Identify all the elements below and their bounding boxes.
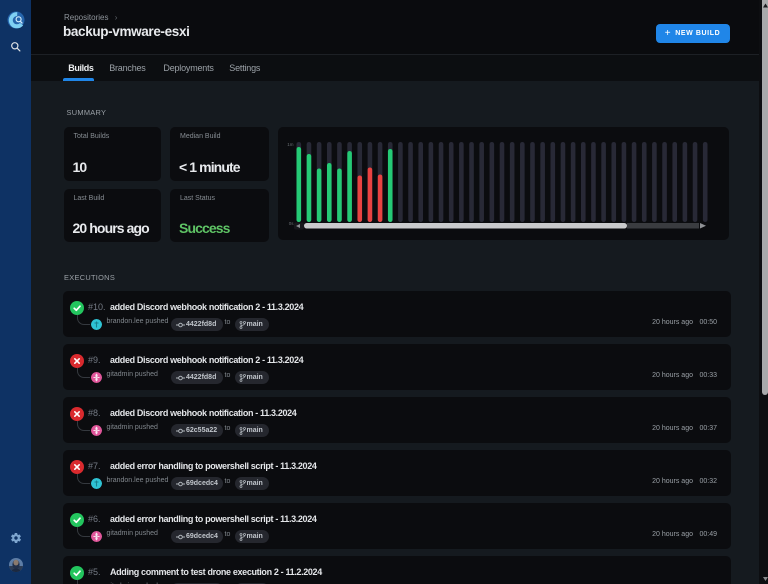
svg-text:0s: 0s	[289, 221, 295, 226]
svg-text:1m: 1m	[287, 142, 294, 147]
